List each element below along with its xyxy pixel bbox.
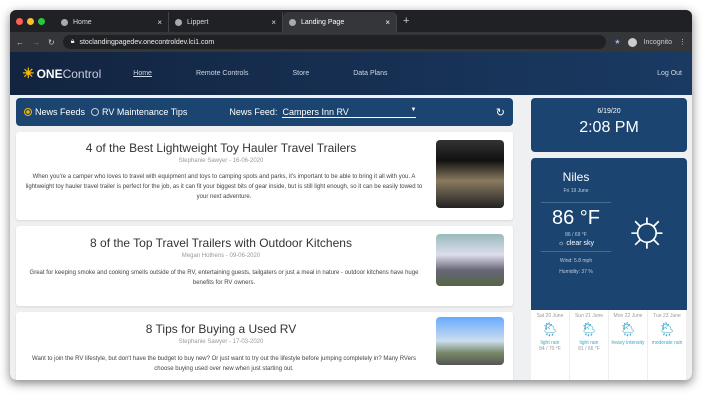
tab-home[interactable]: Home ×	[55, 12, 169, 32]
article-title[interactable]: 4 of the Best Lightweight Toy Hauler Tra…	[16, 141, 426, 155]
forecast-day: Sat 20 June 🌦︎ light rain 84 / 70 °F	[531, 310, 570, 380]
star-icon[interactable]: ★	[614, 38, 620, 46]
forecast-range: 84 / 70 °F	[539, 346, 561, 352]
weather-date: Fri 19 June	[563, 188, 589, 194]
rain-sun-icon: 🌦︎	[580, 321, 598, 337]
globe-icon	[289, 18, 296, 26]
article-desc: When you're a camper who loves to travel…	[25, 174, 423, 200]
new-tab-button[interactable]: +	[403, 15, 409, 27]
tab-label: Lippert	[187, 18, 209, 26]
page-content: News Feeds RV Maintenance Tips News Feed…	[10, 95, 692, 380]
forecast-range: 81 / 66 °F	[578, 346, 600, 352]
tab-lippert[interactable]: Lippert ×	[169, 12, 283, 32]
tab-landing-page[interactable]: Landing Page ×	[283, 12, 397, 32]
article-desc: Want to join the RV lifestyle, but don't…	[32, 356, 416, 372]
forecast-strip: Sat 20 June 🌦︎ light rain 84 / 70 °F Sun 21…	[531, 310, 687, 380]
forecast-date: Mon 22 June	[613, 313, 643, 319]
close-window-button[interactable]	[16, 17, 23, 25]
url-text: stoclandingpagedev.onecontroldev.lci1.co…	[79, 38, 215, 46]
maintenance-tips-label[interactable]: RV Maintenance Tips	[102, 107, 187, 117]
logout-link[interactable]: Log Out	[657, 70, 682, 77]
article-card[interactable]: 8 of the Top Travel Trailers with Outdoo…	[16, 226, 513, 306]
article-card[interactable]: 8 Tips for Buying a Used RV Stephanie Sa…	[16, 312, 513, 380]
profile-avatar[interactable]	[627, 37, 637, 47]
forecast-date: Tue 23 June	[653, 313, 681, 319]
weather-wind: Wind: 5.8 mph	[559, 258, 593, 264]
tab-strip: Home × Lippert × Landing Page × +	[10, 10, 692, 32]
close-tab-icon[interactable]: ×	[157, 18, 162, 27]
maximize-window-button[interactable]	[38, 17, 45, 25]
logo-one: ONE	[36, 66, 63, 81]
reload-icon[interactable]: ↻	[48, 38, 55, 47]
globe-icon	[61, 18, 68, 26]
lock-icon: 🔒︎	[70, 38, 75, 45]
article-meta: Stephanie Sawyer - 17-03-2020	[178, 339, 264, 345]
weather-humidity: Humidity: 37 %	[559, 269, 593, 275]
tab-label: Home	[73, 18, 92, 26]
forecast-desc: heavy intensity	[611, 340, 645, 346]
feed-select-value: Campers Inn RV	[282, 106, 349, 117]
minimize-window-button[interactable]	[27, 17, 34, 25]
refresh-icon[interactable]: ↻	[496, 106, 505, 119]
globe-icon	[175, 18, 182, 26]
incognito-label: Incognito	[643, 38, 672, 46]
clock-time: 2:08 PM	[579, 119, 639, 136]
logo-control: Control	[62, 66, 102, 81]
article-title[interactable]: 8 Tips for Buying a Used RV	[16, 322, 426, 336]
article-meta: Megan Hothens - 09-06-2020	[181, 253, 261, 259]
forecast-day: Mon 22 June 🌦︎ heavy intensity	[609, 310, 648, 380]
nav-data-plans[interactable]: Data Plans	[353, 70, 387, 77]
sun-logo-icon: ☀	[22, 65, 35, 81]
weather-condition: clear sky	[566, 240, 594, 247]
article-thumbnail[interactable]	[436, 317, 504, 365]
rain-sun-icon: 🌦︎	[658, 321, 676, 337]
feed-bar: News Feeds RV Maintenance Tips News Feed…	[16, 98, 513, 126]
article-meta: Stephanie Sawyer - 16-06-2020	[178, 158, 264, 164]
forecast-date: Sat 20 June	[536, 313, 564, 319]
weather-range: 86 / 69 °F	[565, 232, 587, 238]
menu-icon[interactable]: ⋮	[679, 38, 686, 46]
forward-icon[interactable]: →	[32, 38, 40, 47]
caret-down-icon: ▼	[410, 106, 417, 113]
article-title[interactable]: 8 of the Top Travel Trailers with Outdoo…	[16, 236, 426, 250]
article-thumbnail[interactable]	[436, 140, 504, 208]
address-bar-row: ← → ↻ 🔒︎ stoclandingpagedev.onecontroldev.l…	[10, 32, 692, 52]
large-sun-icon: ☼	[623, 199, 671, 257]
back-icon[interactable]: ←	[16, 38, 24, 47]
close-tab-icon[interactable]: ×	[385, 18, 390, 27]
feed-label: News Feed:	[229, 107, 278, 117]
forecast-desc: moderate rain	[651, 340, 683, 346]
forecast-day: Sun 21 June 🌦︎ light rain 81 / 66 °F	[570, 310, 609, 380]
site-navbar: ☀ ONE Control Home Remote Controls Store D…	[10, 52, 692, 95]
news-feeds-label[interactable]: News Feeds	[35, 107, 85, 117]
rain-sun-icon: 🌦︎	[541, 321, 559, 337]
nav-remote-controls[interactable]: Remote Controls	[196, 70, 249, 77]
maintenance-tips-radio[interactable]	[91, 108, 100, 116]
nav-home[interactable]: Home	[133, 70, 152, 77]
nav-store[interactable]: Store	[292, 70, 309, 77]
article-desc: Great for keeping smoke and cooking smel…	[29, 270, 419, 286]
close-tab-icon[interactable]: ×	[271, 18, 276, 27]
article-card[interactable]: 4 of the Best Lightweight Toy Hauler Tra…	[16, 132, 513, 220]
clock-card: 6/19/20 2:08 PM	[531, 98, 687, 152]
onecontrol-logo[interactable]: ☀ ONE Control	[22, 65, 101, 82]
small-sun-icon: ☼	[558, 240, 565, 247]
clock-date: 6/19/20	[597, 108, 621, 115]
weather-temp: 86 °F	[551, 207, 601, 229]
weather-city: Niles	[562, 170, 590, 184]
forecast-day: Tue 23 June 🌦︎ moderate rain	[648, 310, 687, 380]
feed-select[interactable]: Campers Inn RV ▼	[282, 106, 417, 118]
article-thumbnail[interactable]	[436, 234, 504, 286]
rain-sun-icon: 🌦︎	[619, 321, 637, 337]
news-feeds-radio[interactable]	[24, 108, 32, 116]
weather-card: Niles Fri 19 June 86 °F 86 / 69 °F ☼ cle…	[531, 158, 687, 310]
forecast-date: Sun 21 June	[574, 313, 604, 319]
tab-label: Landing Page	[301, 18, 345, 26]
url-input[interactable]: 🔒︎ stoclandingpagedev.onecontroldev.lci1.…	[62, 35, 607, 49]
browser-window: Home × Lippert × Landing Page × + ← → ↻ 🔒︎ sto…	[10, 10, 692, 380]
